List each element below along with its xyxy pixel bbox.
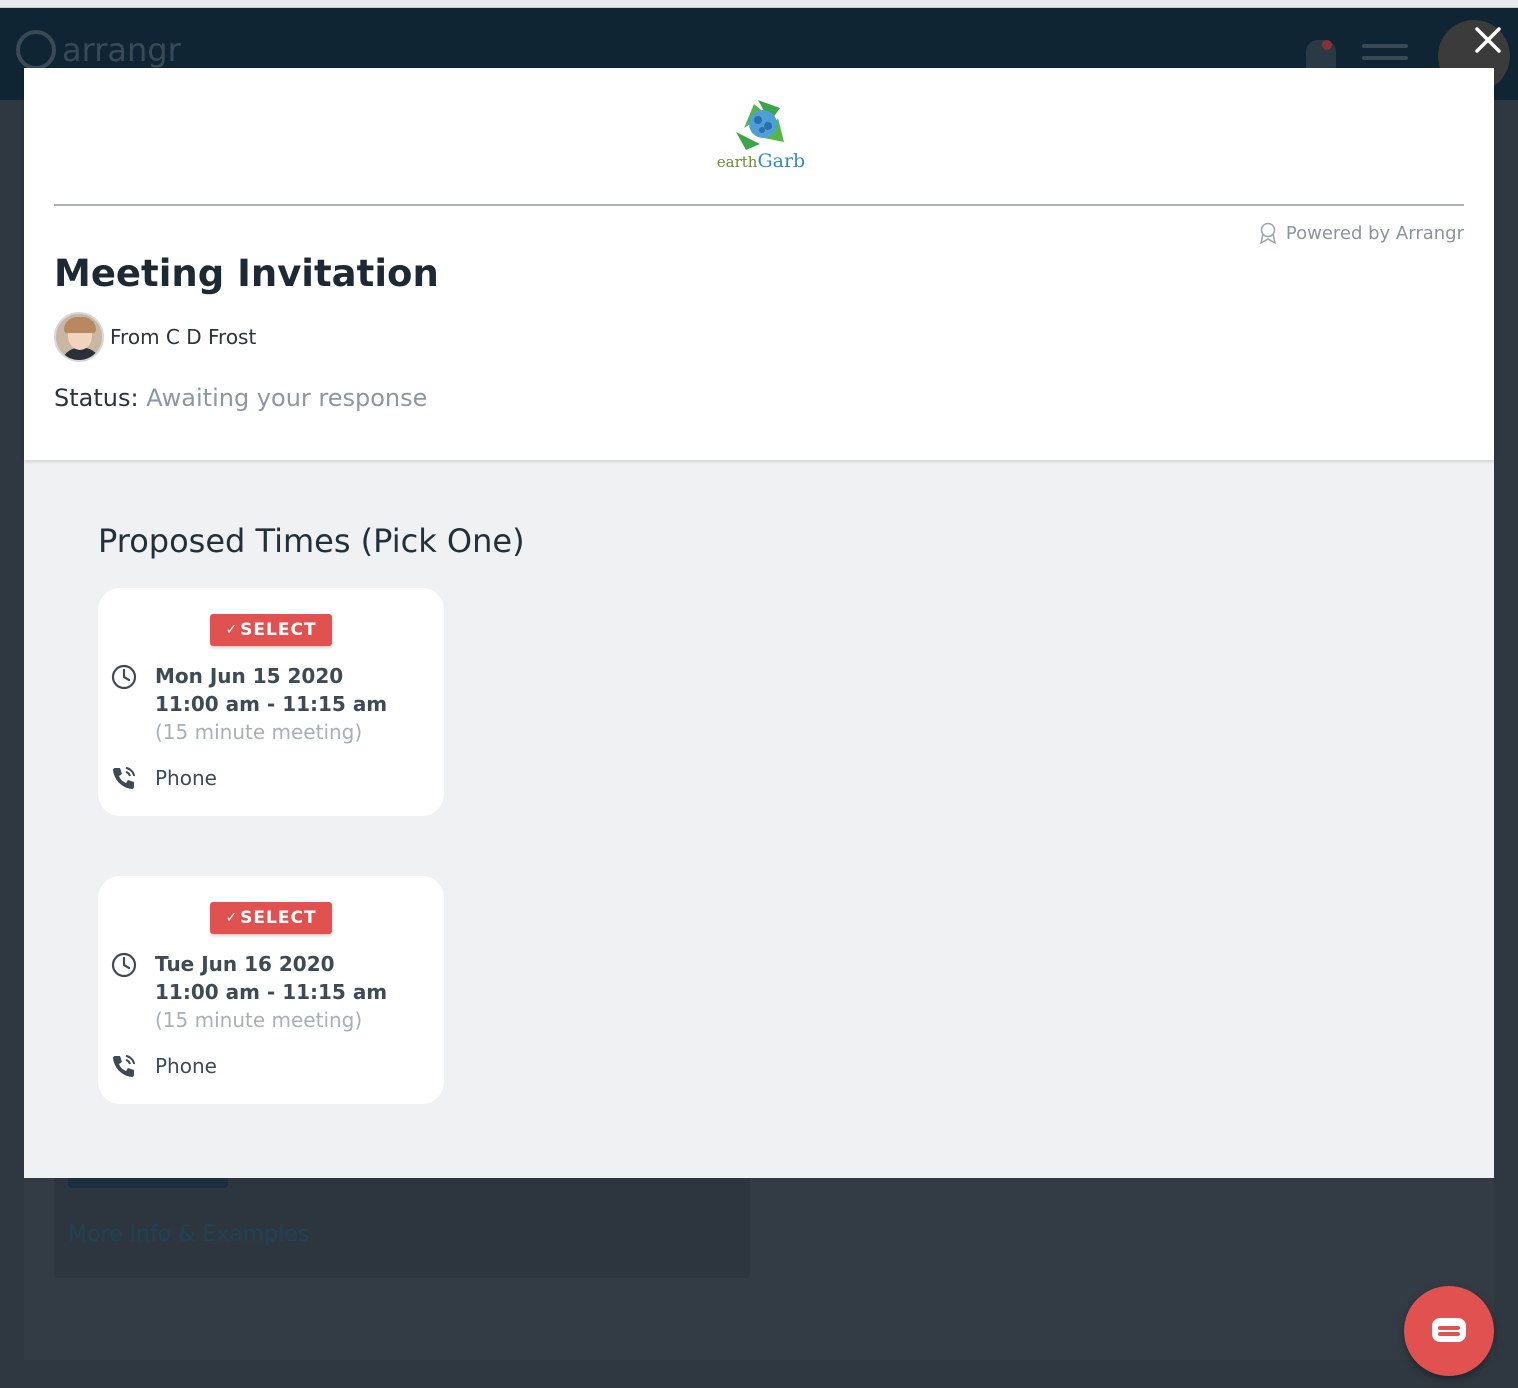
check-icon: ✓ bbox=[225, 622, 239, 638]
browser-top-strip bbox=[0, 0, 1518, 8]
brand-name: earthGarb bbox=[706, 150, 816, 172]
powered-by-text: Powered by Arrangr bbox=[1285, 222, 1464, 244]
select-label: SELECT bbox=[240, 620, 317, 640]
time-slot-card: ✓ SELECT Tue Jun 16 2020 11:00 am - 11:15… bbox=[98, 876, 444, 1104]
brand-word-earth: earth bbox=[716, 153, 758, 171]
status-value: Awaiting your response bbox=[146, 384, 428, 412]
slot-duration: (15 minute meeting) bbox=[155, 1008, 363, 1032]
slot-time: 11:00 am - 11:15 am bbox=[155, 692, 388, 716]
app-logo-icon bbox=[16, 30, 56, 70]
header-divider bbox=[54, 204, 1464, 206]
meeting-invitation-modal: earthGarb Powered by Arrangr Meeting Inv… bbox=[24, 68, 1494, 1178]
ribbon-icon bbox=[1259, 222, 1276, 244]
page-title: Meeting Invitation bbox=[54, 252, 439, 295]
phone-icon bbox=[113, 1055, 135, 1077]
close-icon[interactable] bbox=[1470, 22, 1506, 58]
select-button[interactable]: ✓ SELECT bbox=[210, 902, 332, 934]
brand-word-garb: Garb bbox=[757, 150, 806, 172]
slot-date: Tue Jun 16 2020 bbox=[155, 952, 335, 976]
powered-by[interactable]: Powered by Arrangr bbox=[1258, 222, 1464, 244]
slot-location: Phone bbox=[155, 1054, 217, 1078]
clock-icon bbox=[111, 664, 137, 690]
sender-row: From C D Frost bbox=[54, 312, 256, 362]
sender-name: From C D Frost bbox=[110, 325, 257, 349]
slot-location: Phone bbox=[155, 766, 217, 790]
proposed-times-title: Proposed Times (Pick One) bbox=[98, 522, 525, 560]
chat-launcher-button[interactable] bbox=[1404, 1286, 1494, 1376]
slot-date: Mon Jun 15 2020 bbox=[155, 664, 344, 688]
time-slot-card: ✓ SELECT Mon Jun 15 2020 11:00 am - 11:15… bbox=[98, 588, 444, 816]
status-label: Status: bbox=[54, 384, 139, 412]
clock-icon bbox=[111, 952, 137, 978]
select-label: SELECT bbox=[240, 908, 317, 928]
notification-dot bbox=[1322, 40, 1332, 50]
more-info-link[interactable]: More Info & Examples bbox=[68, 1222, 309, 1247]
modal-header: earthGarb Powered by Arrangr Meeting Inv… bbox=[24, 68, 1494, 460]
slot-duration: (15 minute meeting) bbox=[155, 720, 363, 744]
recycle-logo-icon bbox=[736, 100, 784, 150]
check-icon: ✓ bbox=[225, 910, 239, 926]
app-logo-text: arrangr bbox=[62, 31, 181, 69]
slot-time: 11:00 am - 11:15 am bbox=[155, 980, 388, 1004]
status-row: Status: Awaiting your response bbox=[54, 384, 427, 412]
select-button[interactable]: ✓ SELECT bbox=[210, 614, 332, 646]
phone-icon bbox=[113, 767, 135, 789]
app-logo: arrangr bbox=[16, 30, 181, 70]
sender-avatar bbox=[54, 312, 104, 362]
chat-icon bbox=[1432, 1318, 1466, 1342]
brand-logo: earthGarb bbox=[706, 92, 816, 178]
menu-icon[interactable] bbox=[1362, 44, 1408, 68]
